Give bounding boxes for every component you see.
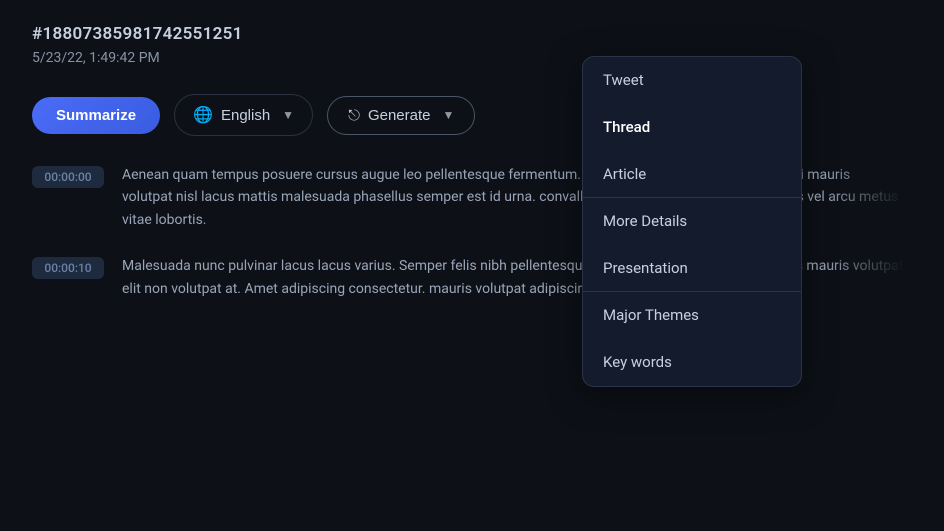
language-button[interactable]: 🌐 English ▼ bbox=[174, 94, 313, 136]
globe-icon: 🌐 bbox=[193, 105, 213, 125]
generate-label: Generate bbox=[368, 107, 431, 124]
language-chevron-icon: ▼ bbox=[282, 108, 294, 122]
dropdown-item-tweet[interactable]: Tweet bbox=[583, 57, 801, 104]
generate-dropdown: TweetThreadArticleMore DetailsPresentati… bbox=[582, 56, 802, 387]
generate-chevron-icon: ▼ bbox=[442, 108, 454, 122]
timestamp: 00:00:10 bbox=[32, 257, 104, 279]
summarize-button[interactable]: Summarize bbox=[32, 97, 160, 134]
dropdown-item-presentation[interactable]: Presentation bbox=[583, 245, 801, 292]
timestamp: 00:00:00 bbox=[32, 166, 104, 188]
tweet-id: #18807385981742551251 bbox=[32, 24, 912, 44]
dropdown-item-key-words[interactable]: Key words bbox=[583, 339, 801, 386]
main-container: #18807385981742551251 5/23/22, 1:49:42 P… bbox=[0, 0, 944, 531]
generate-button[interactable]: ⎋ Generate ▼ bbox=[327, 96, 475, 135]
dropdown-item-article[interactable]: Article bbox=[583, 151, 801, 198]
dropdown-item-major-themes[interactable]: Major Themes bbox=[583, 292, 801, 339]
generate-icon: ⎋ bbox=[348, 107, 360, 124]
language-label: English bbox=[221, 107, 270, 124]
dropdown-item-thread[interactable]: Thread bbox=[583, 104, 801, 151]
dropdown-item-more-details[interactable]: More Details bbox=[583, 198, 801, 245]
